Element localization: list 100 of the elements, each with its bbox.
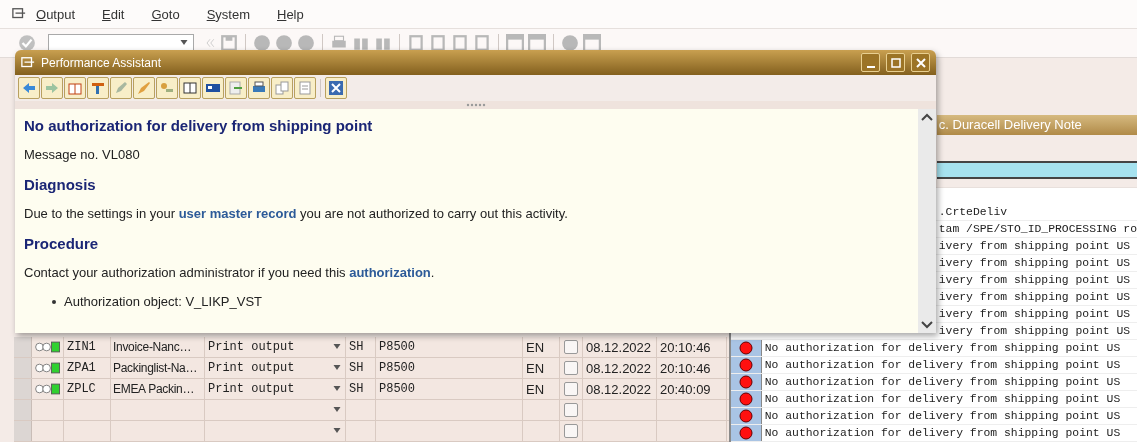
table-cell: 20:10:46 <box>657 337 727 357</box>
table-cell: EN <box>523 337 560 357</box>
close-icon <box>915 57 926 68</box>
dropdown-caret-icon <box>332 406 342 414</box>
table-cell: ZPA1 <box>64 358 111 378</box>
pen-icon <box>113 80 129 96</box>
circle-icon[interactable] <box>297 34 315 52</box>
dialog-title: Performance Assistant <box>41 55 163 70</box>
window-icon[interactable] <box>506 34 524 52</box>
row-selector[interactable] <box>14 337 32 357</box>
page-icon[interactable] <box>407 34 425 52</box>
window-icon[interactable] <box>583 34 601 52</box>
toolbar-button[interactable] <box>87 77 109 99</box>
export-icon <box>228 80 244 96</box>
minimize-button[interactable] <box>861 53 880 72</box>
table-cell: SH <box>346 379 376 399</box>
log-message: ivery from shipping point US <box>938 256 1131 271</box>
table-cell: ZPLC <box>64 379 111 399</box>
table-cell: P8500 <box>376 337 523 357</box>
table-cell: 20:40:09 <box>657 379 727 399</box>
row-selector[interactable] <box>14 421 32 441</box>
dropdown-caret-icon <box>179 39 189 47</box>
log-message: ivery from shipping point US <box>938 324 1131 339</box>
table-cell: 20:10:46 <box>657 358 727 378</box>
log-message: ivery from shipping point US <box>938 273 1131 288</box>
table-cell: Print output <box>208 382 295 396</box>
toolbar-button[interactable] <box>325 77 347 99</box>
chevron-down-icon <box>921 321 933 329</box>
log-message: .CrteDeliv <box>938 205 1008 220</box>
chevron-up-icon <box>921 113 933 121</box>
dropdown-caret-icon <box>332 427 342 435</box>
menu-item[interactable]: System <box>206 6 250 22</box>
scrollbar[interactable] <box>918 109 936 333</box>
page-icon[interactable] <box>451 34 469 52</box>
document-icon <box>297 80 313 96</box>
link[interactable]: user master record <box>178 206 297 221</box>
table-cell: SH <box>346 337 376 357</box>
window-icon <box>21 55 35 70</box>
checkbox[interactable] <box>564 340 578 354</box>
table-cell: 08.12.2022 <box>583 379 657 399</box>
book-icon <box>67 80 83 96</box>
log-message: No authorization for delivery from shipping point US <box>764 341 1121 356</box>
table-cell: Packinglist-Na… <box>111 358 205 378</box>
menu-item[interactable]: Goto <box>151 6 180 22</box>
dropdown-caret-icon <box>332 364 342 372</box>
log-message: No authorization for delivery from shipping point US <box>764 358 1121 373</box>
table-cell: EN <box>523 358 560 378</box>
toolbar-button[interactable] <box>202 77 224 99</box>
page-icon[interactable] <box>429 34 447 52</box>
table-cell: Invoice-Nanc… <box>111 337 205 357</box>
menu-item[interactable]: Edit <box>102 6 125 22</box>
checkbox[interactable] <box>564 403 578 417</box>
check-icon <box>18 34 36 52</box>
menu-item[interactable]: Output <box>36 6 76 22</box>
dropdown-caret-icon <box>332 385 342 393</box>
link[interactable]: authorization <box>349 265 431 280</box>
save-icon[interactable] <box>220 34 238 52</box>
minimize-icon <box>866 65 875 68</box>
page-icon[interactable] <box>473 34 491 52</box>
table-cell: EN <box>523 379 560 399</box>
dropdown-caret-icon <box>332 343 342 351</box>
table-cell: P8500 <box>376 379 523 399</box>
pages-icon <box>274 80 290 96</box>
menu-item[interactable]: Help <box>277 6 304 22</box>
section-heading: Diagnosis <box>24 176 97 193</box>
menu-icon <box>12 7 26 21</box>
toolbar-button[interactable] <box>248 77 270 99</box>
table-cell: ZIN1 <box>64 337 111 357</box>
toolbar-button[interactable] <box>179 77 201 99</box>
circle-icon[interactable] <box>561 34 579 52</box>
panel-title: c. Duracell Delivery Note <box>936 115 1137 135</box>
table-cell: Print output <box>208 361 295 375</box>
close-icon <box>328 80 344 96</box>
table-cell: SH <box>346 358 376 378</box>
checkbox[interactable] <box>564 382 578 396</box>
close-button[interactable] <box>911 53 930 72</box>
log-message: No authorization for delivery from shipping point US <box>764 392 1121 407</box>
back-arrow-icon <box>21 80 37 96</box>
window-icon[interactable] <box>528 34 546 52</box>
open-book-icon <box>182 80 198 96</box>
circle-icon[interactable] <box>253 34 271 52</box>
table-cell: 08.12.2022 <box>583 337 657 357</box>
maximize-button[interactable] <box>886 53 905 72</box>
message-heading: No authorization for delivery from shipping point <box>24 117 374 134</box>
log-message: No authorization for delivery from shipping point US <box>764 426 1121 441</box>
pencil-icon <box>136 80 152 96</box>
paragraph: Due to the settings in your user master record you are not authorized to carry out this activity. <box>24 206 569 221</box>
list-item: Authorization object: V_LIKP_VST <box>64 294 262 309</box>
checkbox[interactable] <box>564 361 578 375</box>
row-selector[interactable] <box>14 358 32 378</box>
circle-icon[interactable] <box>275 34 293 52</box>
table-cell: Print output <box>208 340 295 354</box>
forward-arrow-icon <box>44 80 60 96</box>
row-selector[interactable] <box>14 379 32 399</box>
checkbox[interactable] <box>564 424 578 438</box>
row-selector[interactable] <box>14 400 32 420</box>
table-cell: 08.12.2022 <box>583 358 657 378</box>
section-heading: Procedure <box>24 235 100 252</box>
log-message: tam /SPE/STO_ID_PROCESSING ro <box>938 222 1137 237</box>
resize-grip-icon <box>465 103 486 107</box>
